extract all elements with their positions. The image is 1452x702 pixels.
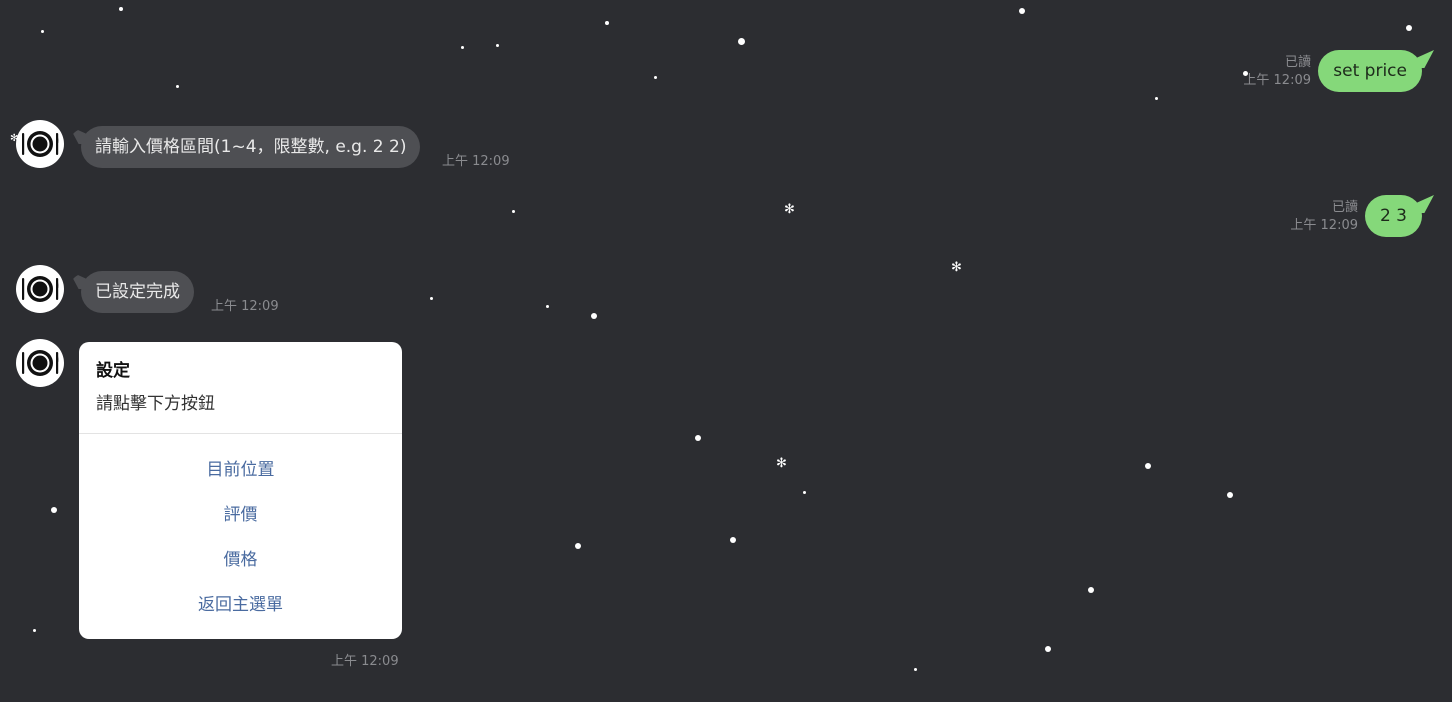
message-meta: 已讀 上午 12:09 [1243,54,1311,90]
snowflake-icon [803,491,806,494]
snowflake-icon: ✻ [784,202,795,217]
card-title: 設定 [96,361,130,381]
price-button[interactable]: 價格 [79,545,402,575]
snowflake-icon [496,44,499,47]
snowflake-icon [591,313,597,319]
snowflake-icon [914,668,917,671]
incoming-message[interactable]: 請輸入價格區間(1~4，限整數, e.g. 2 2) [81,126,421,168]
message-time: 上午 12:09 [1290,218,1358,233]
message-meta: 已讀 上午 12:09 [1290,199,1358,235]
snowflake-icon [738,38,745,45]
snowflake-icon [512,210,515,213]
snowflake-icon [546,305,549,308]
snowflake-icon [1145,463,1151,469]
bot-avatar[interactable] [16,120,64,168]
message-time: 上午 12:09 [331,654,399,669]
snowflake-icon [695,435,701,441]
plate-fork-knife-icon [22,350,59,376]
snowflake-icon: ✻ [951,260,962,275]
plate-fork-knife-icon [22,276,59,302]
snowflake-icon: ✻ [776,456,787,471]
read-receipt: 已讀 [1331,200,1358,215]
snowflake-icon [1227,492,1233,498]
snowflake-icon [605,21,609,25]
message-time: 上午 12:09 [211,299,279,314]
incoming-message[interactable]: 已設定完成 [81,271,194,313]
plate-fork-knife-icon [22,131,59,157]
snowflake-icon [176,85,179,88]
current-location-button[interactable]: 目前位置 [79,455,402,485]
snowflake-icon [1155,97,1158,100]
snowflake-icon [1088,587,1094,593]
snowflake-icon [730,537,736,543]
snowflake-icon [51,507,57,513]
settings-card: 設定 請點擊下方按鈕 目前位置 評價 價格 返回主選單 [79,342,402,639]
snowflake-icon [1045,646,1051,652]
snowflake-icon [430,297,433,300]
chat-area[interactable]: ✻ ✻ ✻ ✻ 已讀 上午 12:09 set price 請輸入價格區間(1~… [0,0,1452,702]
divider [79,433,402,434]
rating-button[interactable]: 評價 [79,500,402,530]
snowflake-icon [654,76,657,79]
bot-avatar[interactable] [16,339,64,387]
snowflake-icon [1406,25,1412,31]
back-to-main-menu-button[interactable]: 返回主選單 [79,590,402,620]
snowflake-icon [461,46,464,49]
snowflake-icon [1019,8,1025,14]
message-time: 上午 12:09 [1243,73,1311,88]
bot-avatar[interactable] [16,265,64,313]
snowflake-icon [575,543,581,549]
snowflake-icon [33,629,36,632]
card-subtitle: 請點擊下方按鈕 [96,394,215,414]
outgoing-message[interactable]: set price [1318,50,1422,92]
snowflake-icon [119,7,123,11]
read-receipt: 已讀 [1284,55,1311,70]
outgoing-message[interactable]: 2 3 [1364,195,1422,237]
message-time: 上午 12:09 [442,154,510,169]
snowflake-icon [41,30,44,33]
